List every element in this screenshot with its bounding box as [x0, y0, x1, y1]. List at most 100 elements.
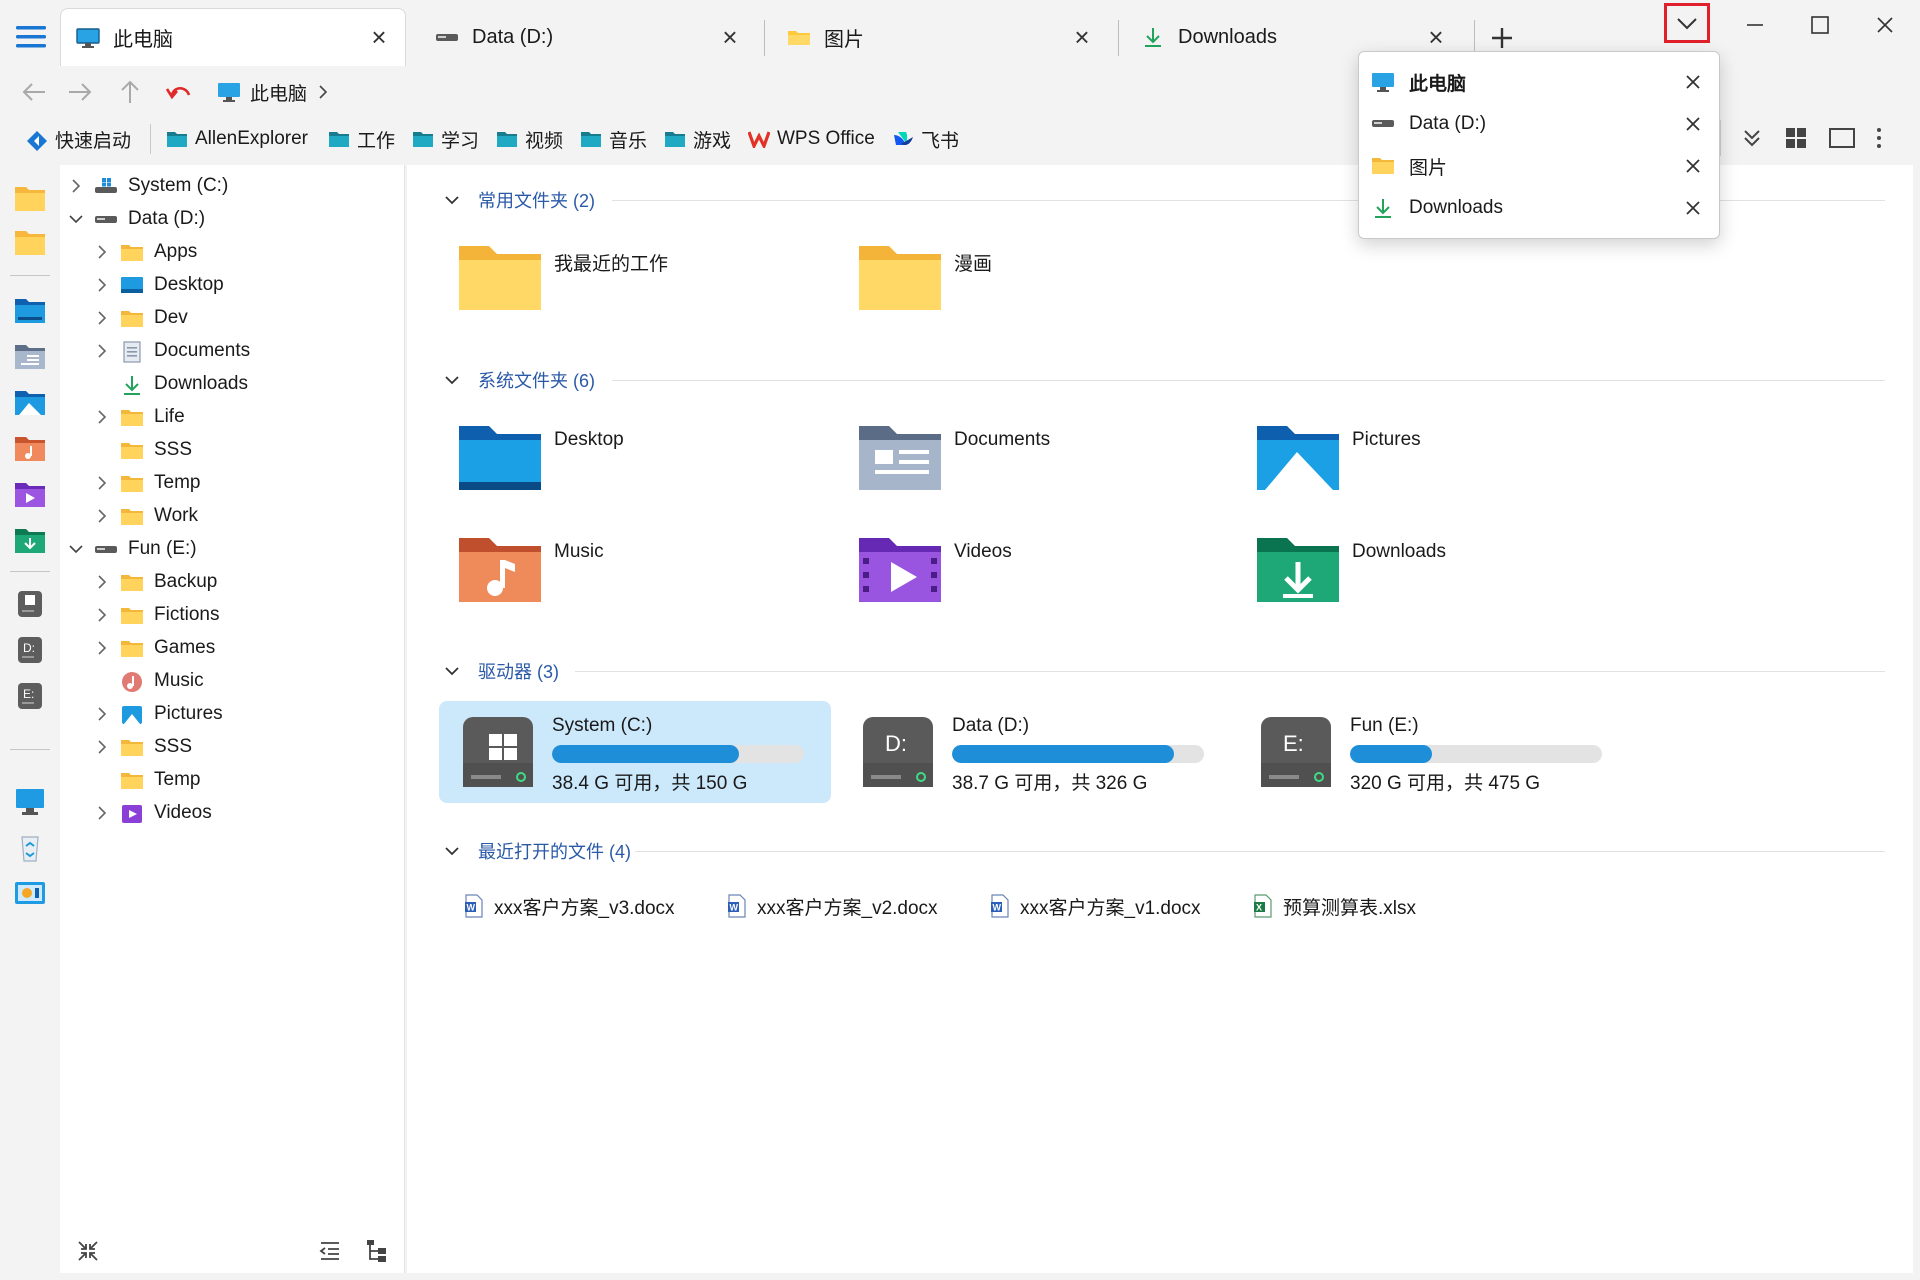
videos-folder-icon[interactable] [13, 479, 47, 509]
desktop-folder-icon[interactable] [13, 295, 47, 325]
drive-d-icon[interactable]: D: [13, 635, 47, 665]
pictures-folder-icon[interactable] [1255, 420, 1341, 492]
popup-tab-item[interactable]: 图片 [1371, 148, 1709, 184]
popup-tab-item[interactable]: Downloads [1371, 190, 1709, 226]
folder-my-recent-work[interactable]: 我最近的工作 [554, 249, 668, 276]
popup-tab-item[interactable]: Data (D:) [1371, 106, 1709, 142]
back-arrow-icon[interactable] [18, 78, 50, 106]
tree-item-apps[interactable]: Apps [94, 237, 197, 267]
section-common-folders[interactable]: 常用文件夹 (2) [444, 185, 595, 215]
chevron-right-icon[interactable] [94, 244, 110, 260]
close-icon[interactable] [1685, 116, 1709, 132]
drive-tile[interactable]: D: Data (D:) 38.7 G 可用，共 326 G [839, 701, 1231, 803]
quick-item-feishu[interactable]: 飞书 [892, 124, 959, 154]
downloads-folder-icon[interactable] [13, 525, 47, 555]
close-tab-icon[interactable]: × [367, 22, 391, 52]
maximize-icon[interactable] [1795, 10, 1845, 40]
quick-start-button[interactable]: 快速启动 [26, 124, 131, 154]
chevron-down-icon[interactable] [68, 541, 84, 557]
tree-item-fictions[interactable]: Fictions [94, 600, 219, 630]
section-recent-files[interactable]: 最近打开的文件 (4) [444, 836, 631, 866]
tree-item-temp[interactable]: Temp [94, 468, 200, 498]
quick-item-study[interactable]: 学习 [412, 124, 479, 154]
chevron-right-icon[interactable] [94, 739, 110, 755]
chevron-right-icon[interactable] [94, 343, 110, 359]
documents-folder-icon[interactable] [857, 420, 943, 492]
folder-icon[interactable] [13, 227, 47, 257]
preview-pane-icon[interactable] [1828, 126, 1856, 150]
folder-documents[interactable]: Documents [954, 429, 1050, 451]
tab-data-d[interactable]: Data (D:) × [420, 8, 756, 66]
tree-item-documents[interactable]: Documents [94, 336, 250, 366]
folder-downloads[interactable]: Downloads [1352, 541, 1446, 563]
quick-item-video[interactable]: 视频 [496, 124, 563, 154]
videos-folder-icon[interactable] [857, 532, 943, 604]
chevron-right-icon[interactable] [94, 574, 110, 590]
desktop-folder-icon[interactable] [457, 420, 543, 492]
grid-view-icon[interactable] [1784, 126, 1808, 150]
tree-item-desktop[interactable]: Desktop [94, 270, 224, 300]
tree-item-work[interactable]: Work [94, 501, 198, 531]
pictures-folder-icon[interactable] [13, 387, 47, 417]
undo-icon[interactable] [162, 78, 194, 106]
drive-tile[interactable]: System (C:) 38.4 G 可用，共 150 G [439, 701, 831, 803]
tab-pictures[interactable]: 图片 × [772, 8, 1108, 66]
chevron-right-icon[interactable] [94, 706, 110, 722]
breadcrumb[interactable]: 此电脑 [216, 78, 329, 106]
folder-music[interactable]: Music [554, 541, 604, 563]
section-system-folders[interactable]: 系统文件夹 (6) [444, 365, 595, 395]
chevron-down-icon[interactable] [444, 372, 460, 388]
chevron-right-icon[interactable] [94, 508, 110, 524]
chevron-right-icon[interactable] [94, 805, 110, 821]
minimize-icon[interactable] [1730, 10, 1780, 40]
recent-file[interactable]: Wxxx客户方案_v2.docx [727, 891, 938, 921]
drive-e-icon[interactable]: E: [13, 681, 47, 711]
quick-item-allenexplorer[interactable]: AllenExplorer [166, 124, 308, 154]
close-tab-icon[interactable]: × [1424, 22, 1448, 52]
chevron-right-icon[interactable] [94, 475, 110, 491]
tree-item-sss-e[interactable]: SSS [94, 732, 192, 762]
folder-pictures[interactable]: Pictures [1352, 429, 1421, 451]
new-tab-icon[interactable] [1486, 22, 1518, 54]
tree-item-videos[interactable]: Videos [94, 798, 212, 828]
close-icon[interactable] [1685, 158, 1709, 174]
breadcrumb-item[interactable]: 此电脑 [250, 79, 307, 106]
documents-folder-icon[interactable] [13, 341, 47, 371]
forward-arrow-icon[interactable] [64, 78, 96, 106]
up-arrow-icon[interactable] [114, 78, 146, 106]
tree-item-life[interactable]: Life [94, 402, 185, 432]
quick-item-wps-office[interactable]: WPS Office [748, 124, 875, 154]
close-tab-icon[interactable]: × [718, 22, 742, 52]
collapse-all-icon[interactable] [76, 1239, 100, 1263]
tree-item-games[interactable]: Games [94, 633, 215, 663]
chevron-right-icon[interactable] [68, 178, 84, 194]
tree-item-sss[interactable]: SSS [94, 435, 192, 465]
tree-item-pictures[interactable]: Pictures [94, 699, 223, 729]
quick-item-music[interactable]: 音乐 [580, 124, 647, 154]
folder-desktop[interactable]: Desktop [554, 429, 624, 451]
close-icon[interactable] [1685, 74, 1709, 90]
tree-item-dev[interactable]: Dev [94, 303, 188, 333]
quick-item-work[interactable]: 工作 [328, 124, 395, 154]
recent-file[interactable]: Wxxx客户方案_v1.docx [990, 891, 1201, 921]
double-chevron-down-icon[interactable] [1740, 126, 1764, 150]
recycle-bin-icon[interactable] [13, 833, 47, 863]
close-icon[interactable] [1685, 200, 1709, 216]
music-folder-icon[interactable] [13, 433, 47, 463]
tree-item-temp-e[interactable]: Temp [94, 765, 200, 795]
tree-view-icon[interactable] [366, 1239, 390, 1263]
chevron-right-icon[interactable] [94, 607, 110, 623]
this-pc-icon[interactable] [13, 787, 47, 817]
control-panel-icon[interactable] [13, 879, 47, 909]
recent-file[interactable]: X 预算测算表.xlsx [1253, 891, 1416, 921]
close-tab-icon[interactable]: × [1070, 22, 1094, 52]
more-options-icon[interactable] [1874, 126, 1884, 150]
folder-comics[interactable]: 漫画 [954, 249, 992, 276]
tree-item-downloads[interactable]: Downloads [94, 369, 248, 399]
chevron-right-icon[interactable] [94, 310, 110, 326]
music-folder-icon[interactable] [457, 532, 543, 604]
drive-tile[interactable]: E: Fun (E:) 320 G 可用，共 475 G [1237, 701, 1629, 803]
chevron-down-icon[interactable] [444, 843, 460, 859]
chevron-right-icon[interactable] [94, 409, 110, 425]
hamburger-menu-icon[interactable] [14, 22, 48, 52]
